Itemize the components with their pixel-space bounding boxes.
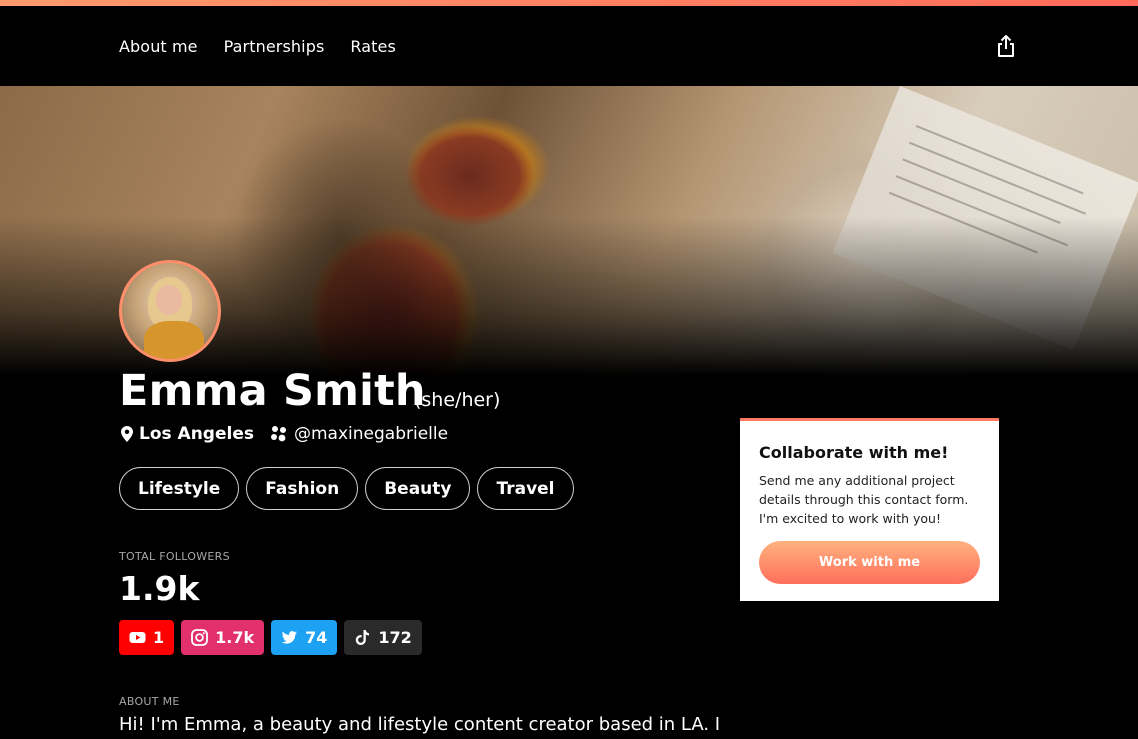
- nav-link-about-me[interactable]: About me: [119, 37, 198, 56]
- profile-location: Los Angeles: [139, 424, 254, 444]
- tiktok-badge[interactable]: 172: [344, 620, 422, 655]
- about-me-label: ABOUT ME: [119, 695, 180, 708]
- profile-pronouns: (she/her): [414, 389, 501, 411]
- tag-fashion[interactable]: Fashion: [246, 467, 359, 510]
- profile-name: Emma Smith: [119, 366, 426, 416]
- top-navigation: About me Partnerships Rates: [0, 6, 1138, 86]
- location-pin-icon: [121, 426, 133, 442]
- work-with-me-button[interactable]: Work with me: [759, 541, 980, 584]
- avatar: [119, 260, 221, 362]
- category-tags: Lifestyle Fashion Beauty Travel: [119, 467, 574, 510]
- instagram-badge[interactable]: 1.7k: [181, 620, 265, 655]
- tag-travel[interactable]: Travel: [477, 467, 574, 510]
- profile-meta: Los Angeles @maxinegabrielle: [121, 424, 448, 444]
- youtube-badge[interactable]: 1: [119, 620, 175, 655]
- tiktok-icon: [356, 630, 370, 645]
- collaborate-title: Collaborate with me!: [759, 443, 949, 462]
- social-handle-icon: [270, 426, 286, 442]
- youtube-icon: [129, 632, 146, 643]
- tag-beauty[interactable]: Beauty: [365, 467, 471, 510]
- twitter-icon: [281, 631, 298, 644]
- about-me-text: Hi! I'm Emma, a beauty and lifestyle con…: [119, 714, 721, 735]
- total-followers-value: 1.9k: [119, 569, 200, 608]
- share-icon[interactable]: [994, 34, 1018, 60]
- profile-handle: @maxinegabrielle: [293, 424, 449, 444]
- nav-link-partnerships[interactable]: Partnerships: [224, 37, 325, 56]
- nav-link-rates[interactable]: Rates: [350, 37, 396, 56]
- twitter-count: 74: [305, 628, 328, 647]
- nav-links: About me Partnerships Rates: [119, 6, 396, 86]
- platform-badges: 1 1.7k 74 172: [119, 620, 422, 655]
- instagram-count: 1.7k: [215, 628, 255, 647]
- youtube-count: 1: [153, 628, 165, 647]
- collaborate-description: Send me any additional project details t…: [759, 473, 969, 526]
- collaborate-card: Collaborate with me! Send me any additio…: [740, 418, 999, 601]
- instagram-icon: [191, 629, 209, 646]
- twitter-badge[interactable]: 74: [271, 620, 338, 655]
- tag-lifestyle[interactable]: Lifestyle: [119, 467, 240, 510]
- tiktok-count: 172: [378, 628, 412, 647]
- total-followers-label: TOTAL FOLLOWERS: [119, 550, 230, 563]
